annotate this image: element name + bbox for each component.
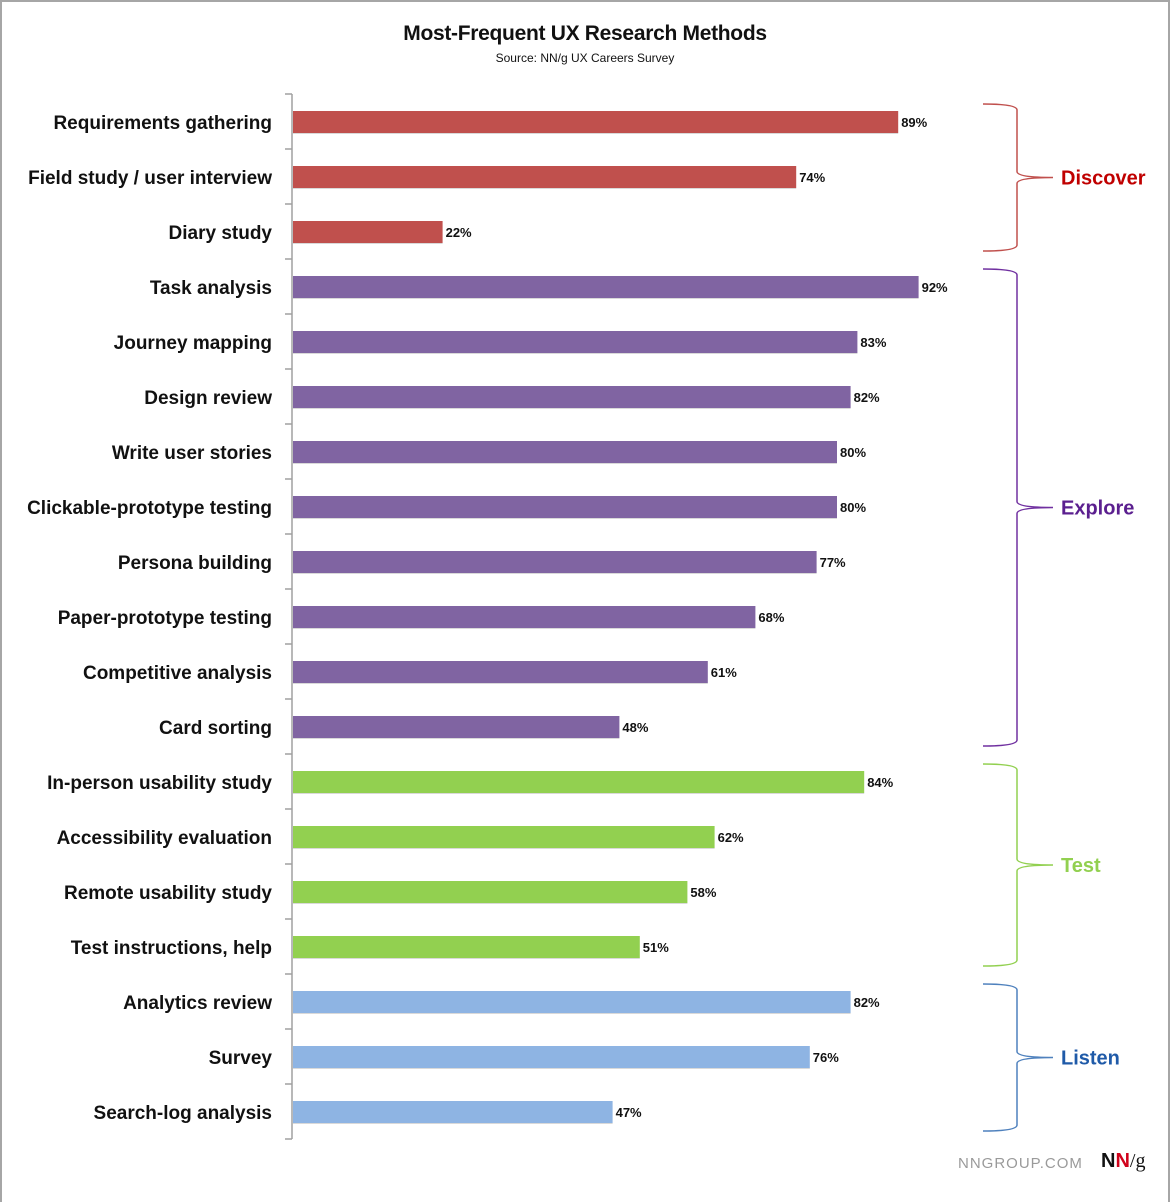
bar bbox=[293, 661, 708, 683]
group-label-listen: Listen bbox=[1061, 1048, 1120, 1070]
category-label: Remote usability study bbox=[64, 883, 272, 904]
category-label: Task analysis bbox=[150, 278, 272, 299]
category-label: Paper-prototype testing bbox=[58, 608, 272, 629]
category-label: Diary study bbox=[169, 223, 273, 244]
value-label: 47% bbox=[616, 1105, 642, 1120]
bar bbox=[293, 276, 919, 298]
bar bbox=[293, 166, 797, 188]
value-label: 80% bbox=[840, 445, 866, 460]
logo-g: /g bbox=[1129, 1150, 1146, 1172]
bar bbox=[293, 331, 858, 353]
value-label: 80% bbox=[840, 500, 866, 515]
bar bbox=[293, 771, 865, 793]
bar bbox=[293, 441, 837, 463]
value-label: 82% bbox=[854, 390, 880, 405]
category-label: In-person usability study bbox=[47, 773, 272, 794]
category-labels: Requirements gathering Field study / user… bbox=[27, 113, 272, 1124]
category-label: Journey mapping bbox=[114, 333, 272, 354]
bar bbox=[293, 881, 688, 903]
group-label-test: Test bbox=[1061, 855, 1101, 877]
value-label: 51% bbox=[643, 940, 669, 955]
bar bbox=[293, 1101, 613, 1123]
category-label: Card sorting bbox=[159, 718, 272, 739]
bar bbox=[293, 221, 443, 243]
value-label: 22% bbox=[446, 225, 472, 240]
bar bbox=[293, 386, 851, 408]
value-label: 84% bbox=[867, 775, 893, 790]
value-label: 89% bbox=[901, 115, 927, 130]
group-braces: Discover Explore Test Listen bbox=[982, 103, 1146, 1132]
bars bbox=[293, 111, 919, 1124]
value-label: 61% bbox=[711, 665, 737, 680]
value-label: 68% bbox=[758, 610, 784, 625]
y-axis bbox=[285, 93, 293, 1140]
bar bbox=[293, 606, 756, 628]
logo-n1: N bbox=[1101, 1150, 1116, 1172]
brace-listen bbox=[982, 983, 1054, 1132]
category-label: Accessibility evaluation bbox=[57, 828, 272, 849]
category-label: Design review bbox=[144, 388, 272, 409]
value-label: 76% bbox=[813, 1050, 839, 1065]
bar bbox=[293, 1046, 810, 1068]
category-label: Test instructions, help bbox=[71, 938, 272, 959]
group-label-discover: Discover bbox=[1061, 168, 1146, 190]
bar-chart: Requirements gathering Field study / user… bbox=[27, 93, 1146, 1140]
category-label: Clickable-prototype testing bbox=[27, 498, 272, 519]
brace-test bbox=[982, 763, 1054, 967]
bar bbox=[293, 551, 817, 573]
value-label: 83% bbox=[860, 335, 886, 350]
category-label: Competitive analysis bbox=[83, 663, 272, 684]
group-label-explore: Explore bbox=[1061, 498, 1134, 520]
category-label: Search-log analysis bbox=[94, 1103, 272, 1124]
bar bbox=[293, 111, 899, 133]
category-label: Field study / user interview bbox=[28, 168, 272, 189]
value-label: 77% bbox=[820, 555, 846, 570]
logo-n2: N bbox=[1115, 1150, 1130, 1172]
category-label: Analytics review bbox=[123, 993, 272, 1014]
category-label: Survey bbox=[209, 1048, 273, 1069]
value-label: 74% bbox=[799, 170, 825, 185]
brace-explore bbox=[982, 268, 1054, 747]
value-label: 92% bbox=[922, 280, 948, 295]
category-label: Requirements gathering bbox=[53, 113, 272, 134]
category-label: Write user stories bbox=[112, 443, 272, 464]
footer-site-text: NNGROUP.COM bbox=[958, 1155, 1083, 1172]
nng-logo: NN/g bbox=[1101, 1150, 1145, 1173]
category-label: Persona building bbox=[118, 553, 272, 574]
value-label: 48% bbox=[622, 720, 648, 735]
brace-discover bbox=[982, 103, 1054, 252]
value-label: 58% bbox=[690, 885, 716, 900]
bar bbox=[293, 826, 715, 848]
bar bbox=[293, 936, 640, 958]
bar bbox=[293, 716, 620, 738]
value-label: 82% bbox=[854, 995, 880, 1010]
bar bbox=[293, 496, 837, 518]
value-label: 62% bbox=[718, 830, 744, 845]
bar bbox=[293, 991, 851, 1013]
